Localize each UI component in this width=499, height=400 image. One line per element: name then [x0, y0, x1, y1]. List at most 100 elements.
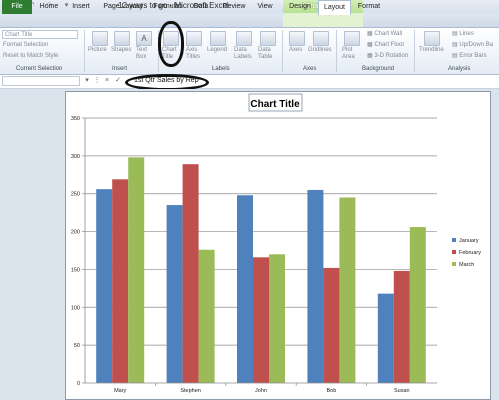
- chart-tools-tab-background: [283, 13, 363, 27]
- legend-label-january: January: [459, 238, 479, 244]
- legend-swatch-march: [452, 262, 456, 266]
- bar-march-bob[interactable]: [339, 197, 356, 384]
- legend-icon[interactable]: [210, 31, 226, 46]
- bar-january-mary[interactable]: [96, 189, 113, 383]
- tab-page-layout[interactable]: Page Layout: [100, 0, 146, 14]
- lines-button[interactable]: ▤ Lines: [452, 30, 474, 37]
- axes-button-label[interactable]: Axes: [289, 47, 302, 53]
- tab-view[interactable]: View: [254, 0, 276, 14]
- tab-formulas[interactable]: Formulas: [150, 0, 186, 14]
- tab-design[interactable]: Design: [286, 0, 314, 14]
- bar-february-stephen[interactable]: [182, 164, 199, 383]
- bar-january-john[interactable]: [237, 195, 253, 383]
- tab-review[interactable]: Review: [220, 0, 248, 14]
- chart-svg[interactable]: Chart Title 0 50 100 150 200 250 300 350 Mary Ste…: [65, 91, 491, 400]
- trendline-button-label[interactable]: Trendline: [419, 47, 444, 53]
- tab-file[interactable]: File: [2, 0, 32, 14]
- legend-label-february: February: [459, 250, 481, 256]
- cancel-icon[interactable]: ×: [102, 76, 112, 86]
- ribbon-tabs: [0, 13, 499, 28]
- axis-titles-button-label[interactable]: Axis Titles: [186, 47, 204, 61]
- error-bars-button[interactable]: ▤ Error Bars: [452, 52, 487, 59]
- plot-area-icon[interactable]: [344, 31, 360, 46]
- format-selection-button[interactable]: Format Selection: [3, 42, 48, 48]
- bar-february-susan[interactable]: [393, 270, 410, 383]
- trendline-icon[interactable]: [424, 31, 440, 46]
- shapes-icon[interactable]: [114, 31, 130, 46]
- group-label-insert: Insert: [112, 66, 128, 72]
- legend-label-march: March: [459, 262, 474, 268]
- bar-march-john[interactable]: [269, 254, 285, 383]
- y-tick-label: 250: [71, 192, 80, 198]
- legend-swatch-february: [452, 250, 456, 254]
- 3d-rotation-button[interactable]: ▦ 3-D Rotation: [367, 52, 408, 59]
- text-box-icon[interactable]: A: [136, 31, 152, 46]
- plot-area-button-label[interactable]: Plot Area: [342, 47, 360, 61]
- tab-insert[interactable]: Insert: [68, 0, 94, 14]
- bar-january-susan[interactable]: [377, 293, 394, 383]
- picture-icon[interactable]: [92, 31, 108, 46]
- y-tick-label: 150: [71, 267, 80, 273]
- y-tick-label: 50: [74, 343, 80, 349]
- y-tick-label: 200: [71, 230, 80, 236]
- bar-february-john[interactable]: [253, 257, 269, 383]
- legend[interactable]: January February March: [452, 238, 481, 268]
- x-tick-label: Stephen: [180, 388, 201, 394]
- text-box-button-label[interactable]: Text Box: [136, 47, 154, 61]
- tab-layout[interactable]: Layout: [318, 0, 351, 15]
- ribbon-separator: [282, 30, 283, 72]
- bar-march-susan[interactable]: [409, 227, 426, 383]
- bar-february-mary[interactable]: [112, 179, 129, 383]
- data-table-icon[interactable]: [260, 31, 276, 46]
- name-box[interactable]: [2, 76, 80, 86]
- updown-bars-label: Up/Down Ba: [459, 42, 494, 48]
- error-bars-label: Error Bars: [459, 53, 487, 59]
- shapes-button-label[interactable]: Shapes: [111, 47, 131, 53]
- chart-title[interactable]: Chart Title: [250, 99, 300, 110]
- data-labels-button-label[interactable]: Data Labels: [234, 47, 254, 61]
- bar-january-stephen[interactable]: [166, 205, 183, 383]
- updown-bars-button[interactable]: ▤ Up/Down Ba: [452, 41, 493, 48]
- bar-february-bob[interactable]: [323, 267, 340, 383]
- y-tick-label: 0: [77, 381, 80, 387]
- picture-button-label[interactable]: Picture: [88, 47, 107, 53]
- chart-wall-label: Chart Wall: [374, 31, 403, 37]
- name-box-dropdown-icon[interactable]: ▾: [82, 76, 92, 86]
- y-tick-label: 350: [71, 116, 80, 122]
- formula-bar-options-icon[interactable]: ⋮: [92, 76, 102, 86]
- tab-format[interactable]: Format: [354, 0, 384, 14]
- group-label-labels: Labels: [212, 66, 230, 72]
- ribbon-separator: [84, 30, 85, 72]
- bar-march-stephen[interactable]: [198, 249, 215, 383]
- ribbon: Chart Title Format Selection Reset to Ma…: [0, 28, 499, 75]
- gridlines-button-label[interactable]: Gridlines: [308, 47, 332, 53]
- group-label-axes: Axes: [303, 66, 317, 72]
- chart-wall-button[interactable]: ▦ Chart Wall: [367, 30, 402, 37]
- data-table-button-label[interactable]: Data Table: [258, 47, 278, 61]
- 3d-rotation-label: 3-D Rotation: [374, 53, 409, 59]
- gridlines-icon[interactable]: [313, 31, 329, 46]
- x-tick-label: Bob: [327, 388, 337, 394]
- bars: [96, 157, 426, 383]
- y-tick-label: 100: [71, 305, 80, 311]
- reset-to-match-style-button[interactable]: Reset to Match Style: [3, 53, 58, 59]
- bar-january-bob[interactable]: [307, 189, 324, 383]
- legend-button-label[interactable]: Legend: [207, 47, 227, 53]
- bar-march-mary[interactable]: [128, 157, 145, 383]
- axes-icon[interactable]: [289, 31, 305, 46]
- chart-title-highlight-oval: [158, 21, 184, 67]
- group-label-current-selection: Current Selection: [16, 66, 63, 72]
- chart-floor-label: Chart Floor: [374, 42, 405, 48]
- data-labels-icon[interactable]: [236, 31, 252, 46]
- tab-home[interactable]: Home: [38, 0, 60, 14]
- chart-floor-button[interactable]: ▦ Chart Floor: [367, 41, 404, 48]
- tab-data[interactable]: Data: [190, 0, 212, 14]
- enter-icon[interactable]: ✓: [113, 76, 123, 86]
- x-tick-label: John: [255, 388, 267, 394]
- x-tick-label: Susan: [394, 388, 410, 394]
- axis-titles-icon[interactable]: [186, 31, 202, 46]
- group-label-analysis: Analysis: [448, 66, 471, 72]
- lines-label: Lines: [459, 31, 474, 37]
- group-label-background: Background: [362, 66, 395, 72]
- chart-elements-dropdown[interactable]: Chart Title: [2, 30, 78, 39]
